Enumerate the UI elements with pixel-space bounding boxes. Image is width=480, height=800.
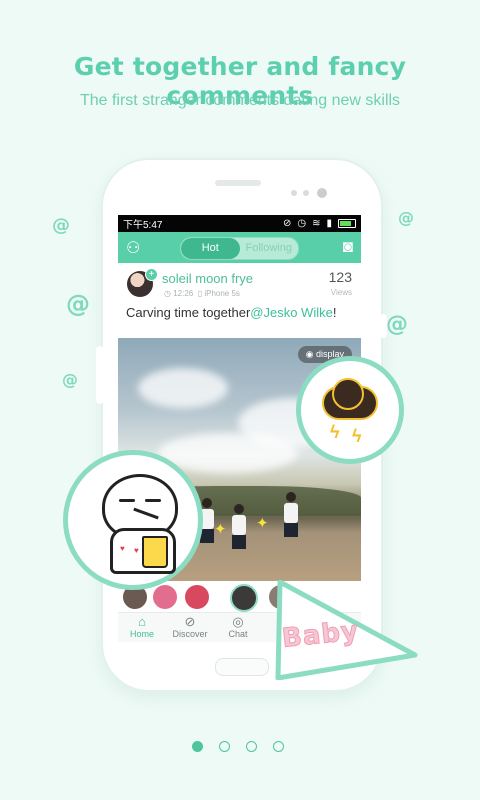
views-label: Views: [330, 288, 352, 297]
eye-icon: ◉: [305, 349, 314, 359]
mute-icon: ⊘: [282, 218, 292, 229]
heart-decoration: ♥: [134, 546, 139, 555]
photo-person: [232, 504, 246, 549]
views-count: 123: [328, 269, 352, 285]
tab-discover-label: Discover: [172, 629, 208, 639]
post-caption: Carving time together@Jesko Wilke!: [118, 305, 361, 333]
photo-person: [284, 492, 298, 537]
wifi-icon: ≋: [312, 218, 321, 229]
swirl-decoration: @: [52, 215, 70, 236]
friend-avatar[interactable]: [230, 584, 258, 612]
tab-chat[interactable]: ◎ Chat: [214, 613, 262, 642]
page-indicator: [192, 741, 284, 752]
heart-decoration: ♥: [120, 544, 125, 553]
page-dot[interactable]: [273, 741, 284, 752]
swirl-decoration: @: [66, 290, 90, 318]
subheadline: The first stranger comments dating new s…: [79, 92, 401, 109]
lightning-icon: ϟ: [330, 422, 340, 442]
post-time: 12:26: [173, 289, 194, 298]
phone-sensor: [291, 190, 297, 196]
page-dot[interactable]: [246, 741, 257, 752]
phone-camera: [317, 188, 327, 198]
page-dot[interactable]: [219, 741, 230, 752]
photo-cloud: [138, 368, 228, 408]
page-dot[interactable]: [192, 741, 203, 752]
phone-side-button: [379, 314, 387, 338]
signal-icon: ▮: [326, 218, 332, 229]
caption-text: Carving time together: [126, 305, 251, 320]
sparkle-icon: ✦: [256, 515, 269, 532]
lightning-icon: ϟ: [352, 426, 362, 446]
app-bar: ⚇ Hot Following ◙: [118, 232, 361, 263]
friend-avatar[interactable]: [152, 584, 178, 610]
chat-icon: ◎: [232, 614, 244, 629]
tab-hot[interactable]: Hot: [181, 238, 240, 259]
tab-home[interactable]: ⌂ Home: [118, 613, 166, 642]
camera-icon[interactable]: ◙: [343, 237, 353, 257]
swirl-decoration: @: [62, 370, 78, 389]
phone-home-button[interactable]: [215, 658, 269, 676]
storm-cloud-icon: [318, 378, 378, 420]
follow-plus-icon[interactable]: +: [145, 268, 158, 281]
home-icon: ⌂: [138, 614, 146, 629]
add-user-icon[interactable]: ⚇: [126, 238, 140, 258]
status-time: 下午5:47: [123, 220, 163, 231]
phone-icon: ▯: [197, 289, 203, 298]
feed-tab-switch: Hot Following: [180, 237, 299, 260]
friend-avatar[interactable]: [184, 584, 210, 610]
swirl-decoration: @: [386, 312, 408, 337]
battery-icon: [338, 219, 356, 228]
alarm-icon: ◷: [297, 218, 307, 229]
phone-speaker: [215, 180, 261, 186]
status-icons: ⊘ ◷ ≋ ▮: [283, 218, 356, 229]
phone-sensor: [303, 190, 309, 196]
clock-icon: ◷: [164, 289, 171, 298]
eye: [119, 499, 135, 502]
tab-following[interactable]: Following: [240, 238, 299, 259]
caption-suffix: !: [332, 305, 337, 320]
sparkle-icon: ✦: [214, 521, 227, 538]
caption-mention[interactable]: @Jesko Wilke: [250, 305, 333, 320]
phone-side-button: [96, 346, 104, 404]
status-bar: 下午5:47 ⊘ ◷ ≋ ▮: [118, 215, 361, 232]
swirl-decoration: @: [398, 208, 414, 227]
tab-discover[interactable]: ⊘ Discover: [166, 613, 214, 642]
eye: [145, 499, 161, 502]
tab-home-label: Home: [129, 629, 154, 639]
post-header: + soleil moon frye ◷ 12:26 ▯ iPhone 5s 1…: [118, 263, 361, 305]
tab-chat-label: Chat: [228, 629, 248, 639]
drink-cup-icon: [142, 536, 168, 568]
compass-icon: ⊘: [184, 614, 196, 629]
post-meta: ◷ 12:26 ▯ iPhone 5s: [164, 289, 240, 298]
post-device: iPhone 5s: [204, 289, 240, 298]
post-username[interactable]: soleil moon frye: [162, 271, 253, 286]
